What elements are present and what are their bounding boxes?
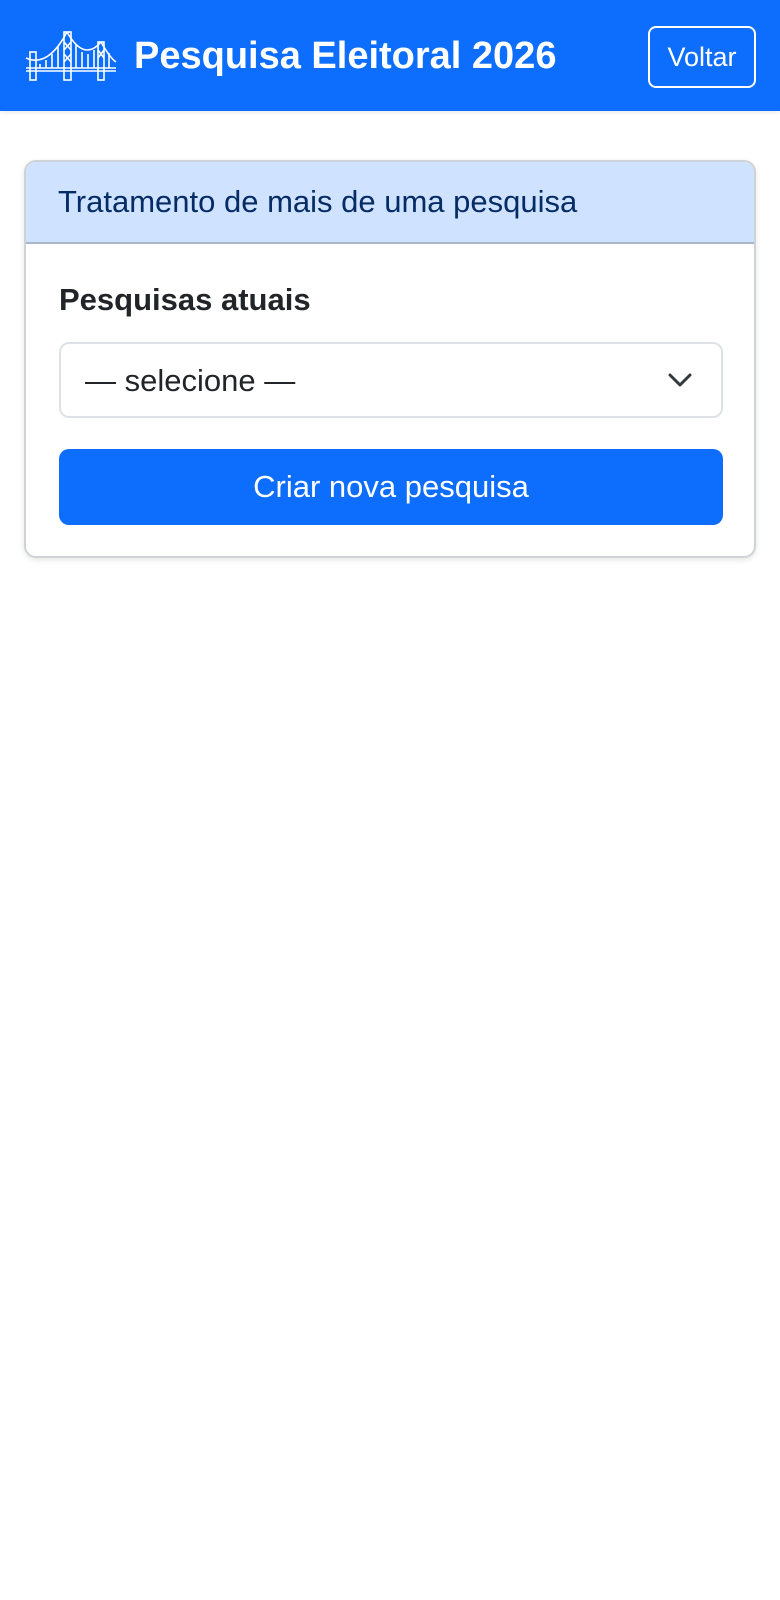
current-surveys-label: Pesquisas atuais	[59, 282, 311, 317]
bridge-icon	[25, 31, 117, 81]
card-title: Tratamento de mais de uma pesquisa	[58, 184, 578, 219]
card-header: Tratamento de mais de uma pesquisa	[26, 162, 754, 244]
survey-card: Tratamento de mais de uma pesquisa Pesqu…	[24, 160, 756, 558]
top-navbar: Pesquisa Eleitoral 2026 Voltar	[0, 0, 780, 111]
survey-select-value: — selecione —	[85, 363, 296, 398]
create-survey-button[interactable]: Criar nova pesquisa	[59, 449, 723, 525]
chevron-down-icon	[668, 373, 692, 387]
survey-select[interactable]: — selecione —	[59, 342, 723, 418]
back-button[interactable]: Voltar	[648, 26, 756, 88]
app-title: Pesquisa Eleitoral 2026	[134, 35, 557, 77]
